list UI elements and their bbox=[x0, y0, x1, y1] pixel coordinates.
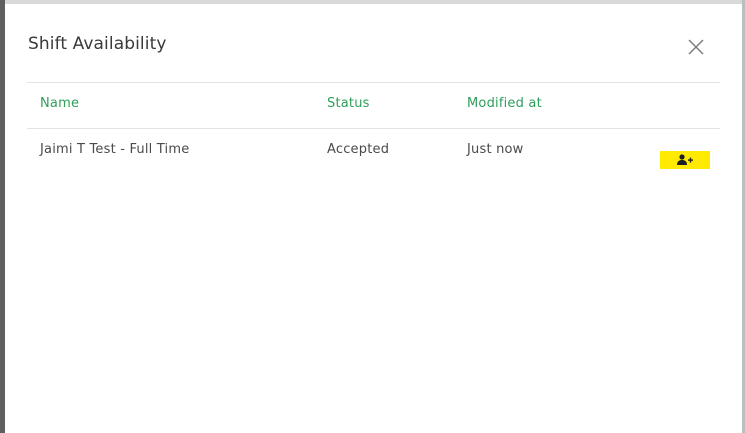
table-header-divider bbox=[27, 128, 720, 129]
close-icon bbox=[688, 39, 704, 55]
header-divider bbox=[27, 82, 720, 83]
column-header-modified-at: Modified at bbox=[467, 96, 542, 111]
column-header-status: Status bbox=[327, 96, 370, 111]
column-header-name: Name bbox=[40, 96, 80, 111]
shift-availability-modal: Shift Availability Name Status Modified … bbox=[5, 4, 742, 433]
row-modified-at: Just now bbox=[467, 142, 524, 157]
add-user-icon bbox=[677, 154, 693, 165]
row-status: Accepted bbox=[327, 142, 390, 157]
close-button[interactable] bbox=[685, 36, 707, 58]
add-user-button[interactable] bbox=[660, 151, 710, 169]
row-name: Jaimi T Test - Full Time bbox=[40, 142, 190, 157]
screen: Shift Availability Name Status Modified … bbox=[0, 0, 745, 433]
modal-title: Shift Availability bbox=[28, 34, 167, 54]
